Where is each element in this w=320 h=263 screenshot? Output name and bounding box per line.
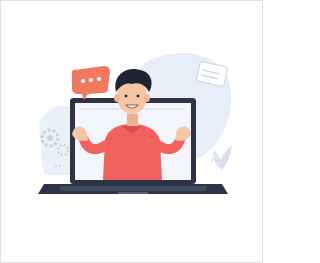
laptop-base bbox=[38, 184, 228, 194]
chat-bubble-icon bbox=[72, 66, 110, 100]
plant-icon bbox=[213, 146, 232, 170]
video-call-illustration bbox=[38, 53, 232, 194]
